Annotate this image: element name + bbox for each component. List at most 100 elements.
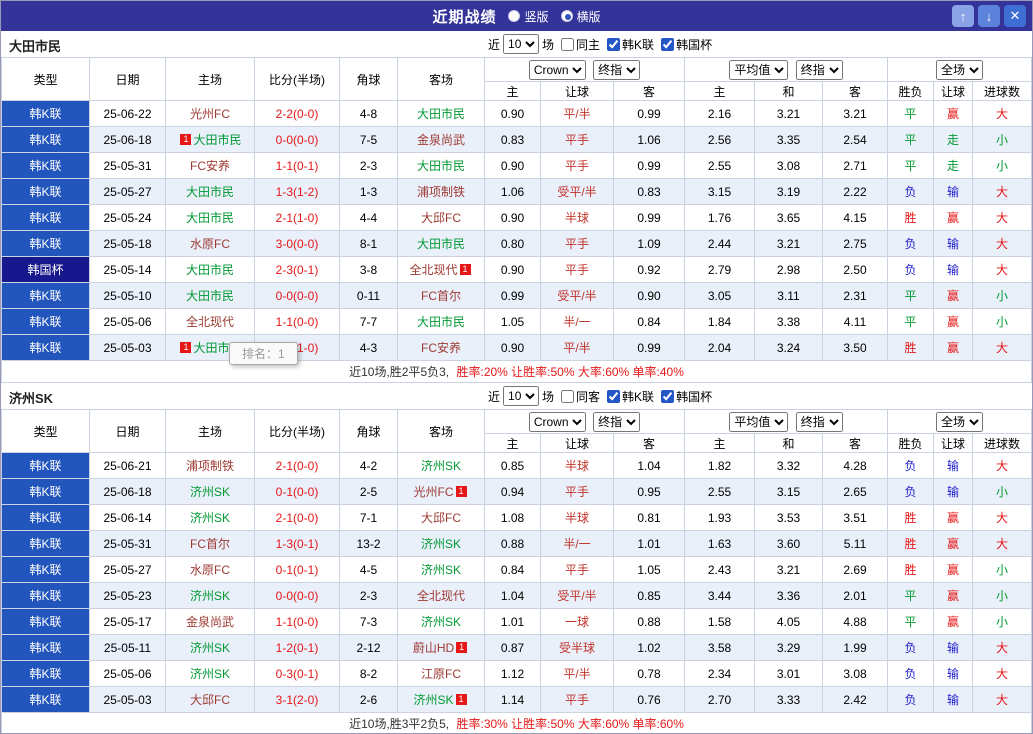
kleague-checkbox[interactable]	[607, 37, 621, 51]
home-odds-cell: 1.01	[484, 608, 541, 635]
corner-cell: 7-7	[339, 308, 398, 335]
away-team-cell: 全北现代	[397, 582, 485, 609]
date-cell: 25-05-10	[89, 282, 166, 309]
score-cell: 0-3(0-1)	[254, 660, 340, 687]
avg-away-cell: 2.54	[821, 126, 889, 153]
col-res-wdl: 胜负	[887, 81, 935, 101]
corner-cell: 3-8	[339, 256, 398, 283]
away-odds-cell: 0.83	[613, 178, 685, 205]
home-odds-cell: 0.80	[484, 230, 541, 257]
result-goals-cell: 大	[972, 230, 1032, 257]
match-count-select[interactable]: 10	[503, 386, 540, 406]
col-odds-handicap: 让球	[540, 81, 614, 101]
home-team-cell: 金泉尚武	[165, 608, 255, 635]
away-team-cell: 大邱FC	[397, 504, 485, 531]
result-handicap-cell: 赢	[933, 608, 974, 635]
avg-home-cell: 2.16	[684, 100, 755, 127]
date-cell: 25-05-03	[89, 334, 166, 361]
handicap-cell: 受平/半	[540, 582, 614, 609]
kleague-checkbox[interactable]	[607, 389, 621, 403]
cup-checkbox[interactable]	[661, 37, 675, 51]
date-cell: 25-05-06	[89, 660, 166, 687]
date-cell: 25-05-24	[89, 204, 166, 231]
corner-cell: 8-1	[339, 230, 398, 257]
col-avg-home: 主	[684, 433, 755, 453]
avg-draw-cell: 3.08	[754, 152, 823, 179]
home-team-cell: 浦项制铁	[165, 452, 255, 479]
result-handicap-cell: 输	[933, 452, 974, 479]
scroll-down-button[interactable]: ↓	[978, 5, 1000, 27]
final-index-select[interactable]: 终指	[593, 59, 641, 80]
league-cell: 韩K联	[1, 152, 90, 179]
avg-away-cell: 1.99	[821, 634, 889, 661]
same-venue-filter[interactable]: 同主	[561, 36, 600, 53]
col-res-goals: 进球数	[972, 433, 1032, 453]
final-index-select-2[interactable]: 终指	[795, 59, 843, 80]
final-index-select[interactable]: 终指	[593, 411, 641, 432]
corner-cell: 2-5	[339, 478, 398, 505]
result-goals-cell: 大	[972, 504, 1032, 531]
home-team-cell: 水原FC	[165, 230, 255, 257]
bookmaker-select[interactable]: Crown	[528, 59, 586, 80]
home-team-cell: 济州SK	[165, 504, 255, 531]
result-wdl-cell: 负	[887, 178, 935, 205]
avg-home-cell: 1.76	[684, 204, 755, 231]
cup-checkbox[interactable]	[661, 389, 675, 403]
result-group: 全场	[887, 57, 1032, 82]
away-odds-cell: 0.84	[613, 308, 685, 335]
scope-select[interactable]: 全场	[936, 59, 984, 80]
same-venue-checkbox[interactable]	[561, 37, 575, 51]
handicap-cell: 半/一	[540, 308, 614, 335]
games-label: 场	[542, 389, 555, 404]
handicap-cell: 平手	[540, 152, 614, 179]
window-title: 近期战绩	[432, 8, 497, 26]
avg-draw-cell: 3.38	[754, 308, 823, 335]
date-cell: 25-06-22	[89, 100, 166, 127]
avg-home-cell: 2.70	[684, 686, 755, 713]
col-avg-draw: 和	[754, 433, 823, 453]
kleague-label: 韩K联	[622, 37, 655, 52]
home-team-cell: 大田市民	[165, 256, 255, 283]
away-team-cell: 全北现代 1	[397, 256, 485, 283]
radio-selected-icon[interactable]	[560, 10, 573, 22]
date-cell: 25-06-18	[89, 126, 166, 153]
average-select[interactable]: 平均值	[729, 59, 789, 80]
result-handicap-cell: 赢	[933, 504, 974, 531]
score-cell: 2-1(1-0)	[254, 204, 340, 231]
away-odds-cell: 0.81	[613, 504, 685, 531]
score-cell: 0-1(0-1)	[254, 556, 340, 583]
scope-select[interactable]: 全场	[936, 411, 984, 432]
same-venue-checkbox[interactable]	[561, 389, 575, 403]
result-goals-cell: 大	[972, 256, 1032, 283]
close-button[interactable]: ✕	[1004, 5, 1026, 27]
avg-away-cell: 2.01	[821, 582, 889, 609]
col-odds-away: 客	[613, 81, 685, 101]
league-cell: 韩K联	[1, 530, 90, 557]
avg-away-cell: 5.11	[821, 530, 889, 557]
horizontal-mode-radio[interactable]: 横版	[560, 8, 601, 25]
avg-home-cell: 2.34	[684, 660, 755, 687]
away-odds-cell: 0.88	[613, 608, 685, 635]
cup-label: 韩国杯	[676, 389, 713, 404]
home-team-cell: FC安养	[165, 152, 255, 179]
home-team-cell: 济州SK	[165, 660, 255, 687]
average-select[interactable]: 平均值	[729, 411, 789, 432]
kleague-filter[interactable]: 韩K联	[607, 36, 654, 53]
vertical-mode-radio[interactable]: 竖版	[508, 8, 549, 25]
home-team-cell: 大田市民	[165, 282, 255, 309]
cup-filter[interactable]: 韩国杯	[661, 36, 712, 53]
final-index-select-2[interactable]: 终指	[795, 411, 843, 432]
scroll-up-button[interactable]: ↑	[952, 5, 974, 27]
corner-cell: 8-2	[339, 660, 398, 687]
avg-draw-cell: 3.53	[754, 504, 823, 531]
rank-badge: 1	[456, 642, 468, 653]
cup-filter[interactable]: 韩国杯	[661, 388, 712, 405]
kleague-filter[interactable]: 韩K联	[607, 388, 654, 405]
avg-away-cell: 4.11	[821, 308, 889, 335]
match-count-select[interactable]: 10	[503, 34, 540, 54]
same-venue-filter[interactable]: 同客	[561, 388, 600, 405]
result-handicap-cell: 赢	[933, 334, 974, 361]
result-handicap-cell: 走	[933, 152, 974, 179]
radio-icon[interactable]	[508, 10, 521, 22]
bookmaker-select[interactable]: Crown	[528, 411, 586, 432]
